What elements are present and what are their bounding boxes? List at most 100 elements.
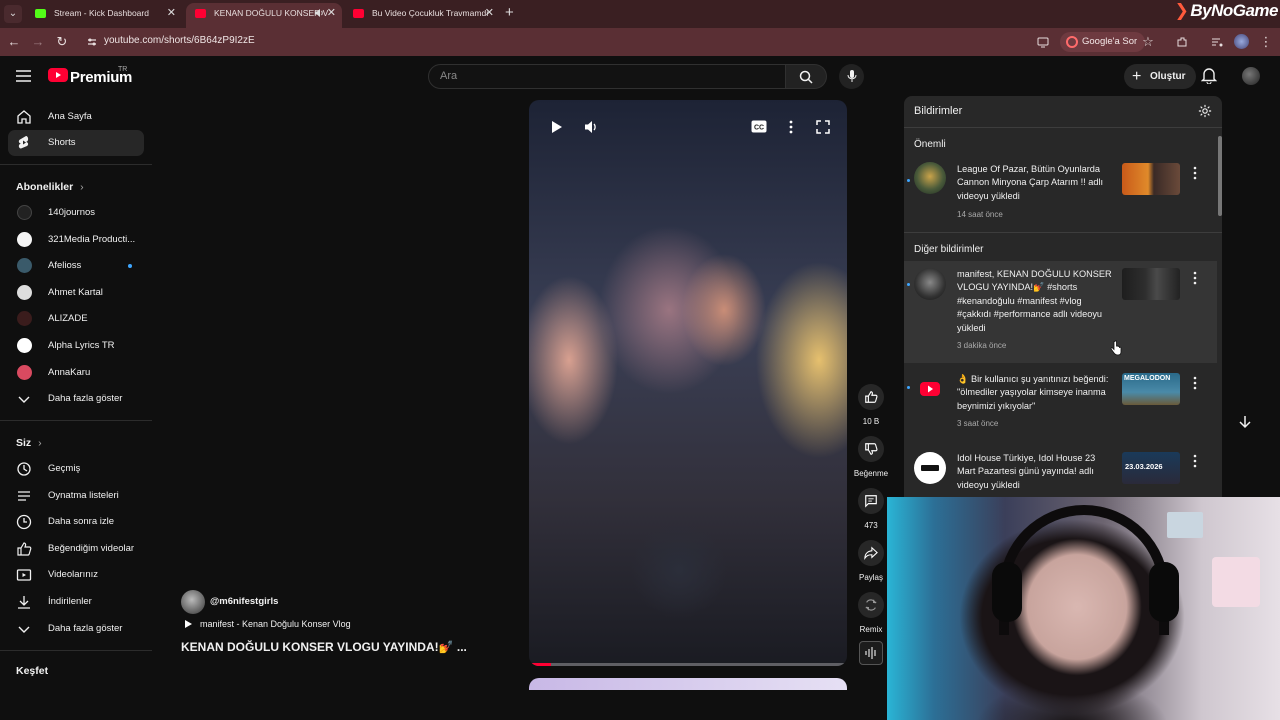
- video-thumbnail[interactable]: [1122, 163, 1180, 195]
- next-short-preview[interactable]: [529, 678, 847, 690]
- voice-search-button[interactable]: [839, 64, 864, 89]
- tab-youtube-active[interactable]: KENAN DOĞULU KONSER V ✕: [186, 3, 342, 28]
- notification-text: League Of Pazar, Bütün Oyunlarda Cannon …: [957, 164, 1104, 201]
- create-button[interactable]: + Oluştur: [1124, 64, 1196, 89]
- sidebar-item-label: Beğendiğim videolar: [48, 543, 135, 554]
- search-button[interactable]: [786, 64, 827, 89]
- browser-menu-icon[interactable]: ⋮: [1258, 34, 1274, 50]
- sidebar-item-subscription[interactable]: Alpha Lyrics TR: [8, 333, 144, 359]
- sidebar-item-subscription[interactable]: 140journos: [8, 200, 144, 226]
- share-button[interactable]: [858, 540, 884, 566]
- close-tab-icon[interactable]: ✕: [167, 3, 176, 24]
- next-short-button[interactable]: [1230, 407, 1260, 437]
- reload-icon[interactable]: ↻: [54, 34, 70, 50]
- notification-item[interactable]: Idol House Türkiye, Idol House 23 Mart P…: [904, 446, 1217, 498]
- close-tab-icon[interactable]: ✕: [485, 3, 494, 24]
- channel-name: 140journos: [48, 207, 96, 218]
- sidebar-item-shorts[interactable]: Shorts: [8, 130, 144, 156]
- browser-tab-bar: ⌄ Stream - Kick Dashboard ✕ KENAN DOĞULU…: [0, 0, 1280, 28]
- more-options-icon[interactable]: [1192, 376, 1198, 390]
- more-options-icon[interactable]: [787, 120, 795, 134]
- extensions-icon[interactable]: [1176, 36, 1188, 48]
- channel-avatar: [17, 365, 32, 380]
- site-info-icon[interactable]: [86, 36, 98, 48]
- speaker-icon[interactable]: [314, 8, 324, 18]
- like-button[interactable]: [858, 384, 884, 410]
- sidebar-item-home[interactable]: Ana Sayfa: [8, 104, 144, 130]
- sidebar-item-playlists[interactable]: Oynatma listeleri: [8, 483, 144, 509]
- forward-icon[interactable]: →: [30, 34, 46, 50]
- notifications-panel: Bildirimler Önemli League Of Pazar, Bütü…: [904, 96, 1222, 498]
- video-thumbnail[interactable]: [1122, 268, 1180, 300]
- ask-google-button[interactable]: Google'a Sor: [1060, 32, 1146, 52]
- channel-avatar[interactable]: [181, 590, 205, 614]
- sidebar-item-subscription[interactable]: Afelioss: [8, 253, 144, 279]
- account-avatar[interactable]: [1242, 67, 1260, 85]
- sidebar-item-subscription[interactable]: ALIZADE: [8, 306, 144, 332]
- sidebar-item-history[interactable]: Geçmiş: [8, 456, 144, 482]
- notification-item[interactable]: League Of Pazar, Bütün Oyunlarda Cannon …: [904, 158, 1217, 228]
- play-icon[interactable]: [549, 120, 563, 134]
- sidebar-item-watch-later[interactable]: Daha sonra izle: [8, 509, 144, 535]
- sidebar-item-label: Geçmiş: [48, 463, 81, 474]
- dislike-button[interactable]: [858, 436, 884, 462]
- new-tab-button[interactable]: +: [505, 4, 514, 21]
- scrollbar-thumb[interactable]: [1218, 136, 1222, 216]
- sound-thumbnail[interactable]: [859, 641, 883, 665]
- shorts-video-player[interactable]: CC: [529, 100, 847, 666]
- youtube-favicon-icon: [353, 9, 364, 18]
- close-tab-icon[interactable]: ✕: [327, 3, 336, 24]
- sound-link[interactable]: manifest - Kenan Doğulu Konser Vlog: [185, 619, 351, 629]
- notifications-bell-icon[interactable]: [1201, 67, 1217, 84]
- hand-cursor-icon: [1110, 340, 1122, 356]
- video-progress-bar[interactable]: [529, 663, 847, 666]
- gear-icon[interactable]: [1198, 104, 1212, 118]
- audio-wave-icon: [865, 647, 876, 659]
- channel-handle[interactable]: @m6nifestgirls: [210, 596, 278, 607]
- sidebar-item-subscription[interactable]: Ahmet Kartal: [8, 280, 144, 306]
- tab-kick-dashboard[interactable]: Stream - Kick Dashboard ✕: [26, 3, 182, 28]
- video-thumbnail[interactable]: 23.03.2026: [1122, 452, 1180, 484]
- bookmark-star-icon[interactable]: ☆: [1140, 34, 1156, 50]
- closed-captions-icon[interactable]: CC: [751, 120, 767, 133]
- sidebar-item-subscription[interactable]: AnnaKaru: [8, 360, 144, 386]
- headphone-cup: [992, 562, 1022, 622]
- cast-icon[interactable]: [1037, 36, 1049, 48]
- you-heading[interactable]: Siz ›: [16, 437, 42, 449]
- unread-dot: [907, 179, 910, 182]
- channel-name: ALIZADE: [48, 313, 88, 324]
- show-more-you-button[interactable]: Daha fazla göster: [8, 616, 144, 642]
- more-options-icon[interactable]: [1192, 454, 1198, 468]
- sidebar-item-liked-videos[interactable]: Beğendiğim videolar: [8, 536, 144, 562]
- url-field[interactable]: youtube.com/shorts/6B64zP9I2zE: [104, 35, 255, 46]
- home-icon: [17, 110, 31, 124]
- headphones: [999, 505, 1169, 635]
- fullscreen-icon[interactable]: [816, 120, 830, 134]
- more-options-icon[interactable]: [1192, 166, 1198, 180]
- search-box[interactable]: Ara: [428, 64, 786, 89]
- notification-item[interactable]: 👌 Bir kullanıcı şu yanıtınızı beğendi: "…: [904, 368, 1217, 434]
- subscriptions-heading[interactable]: Abonelikler ›: [16, 181, 84, 193]
- sidebar-item-subscription[interactable]: 321Media Producti...: [8, 227, 144, 253]
- sidebar-item-your-videos[interactable]: Videolarınız: [8, 562, 144, 588]
- back-icon[interactable]: ←: [6, 34, 22, 50]
- download-icon: [18, 596, 30, 609]
- remix-button[interactable]: [858, 592, 884, 618]
- youtube-logo-icon[interactable]: [48, 68, 68, 82]
- menu-icon[interactable]: [16, 70, 31, 82]
- divider: [0, 650, 152, 651]
- comments-button[interactable]: [858, 488, 884, 514]
- search-input[interactable]: Ara: [440, 70, 457, 82]
- show-more-subscriptions-button[interactable]: Daha fazla göster: [8, 386, 144, 412]
- media-controls-icon[interactable]: [1211, 36, 1223, 48]
- more-options-icon[interactable]: [1192, 271, 1198, 285]
- tab-youtube-video[interactable]: Bu Video Çocukluk Travmamdı ✕: [344, 3, 500, 28]
- short-title[interactable]: KENAN DOĞULU KONSER VLOGU YAYINDA!💅 ...: [181, 640, 467, 654]
- video-thumbnail[interactable]: MEGALODON: [1122, 373, 1180, 405]
- notification-item[interactable]: manifest, KENAN DOĞULU KONSER VLOGU YAYI…: [904, 261, 1217, 363]
- sidebar-item-downloads[interactable]: İndirilenler: [8, 589, 144, 615]
- sidebar-item-label: Oynatma listeleri: [48, 490, 119, 501]
- profile-avatar[interactable]: [1234, 34, 1249, 49]
- tab-search-button[interactable]: ⌄: [4, 5, 22, 23]
- volume-icon[interactable]: [584, 120, 599, 134]
